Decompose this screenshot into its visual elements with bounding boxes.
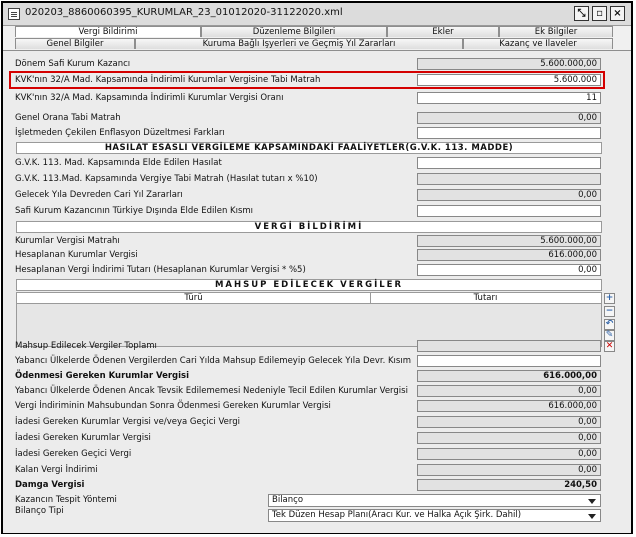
iade-kv-gecici-label: İadesi Gereken Kurumlar Vergisi ve/veya …: [15, 417, 240, 427]
safi-kurum-disi-label: Safi Kurum Kazancının Türkiye Dışında El…: [15, 206, 254, 216]
bilanco-tipi-select[interactable]: Tek Düzen Hesap Planı(Aracı Kur. ve Halk…: [268, 509, 601, 522]
donem-safi-label: Dönem Safi Kurum Kazancı: [15, 59, 131, 69]
kazanc-tespit-label: Kazancın Tespit Yöntemi: [15, 495, 117, 505]
kalan-indirim-label: Kalan Vergi İndirimi: [15, 465, 98, 475]
chevron-down-icon[interactable]: [588, 499, 596, 504]
iade-gecici-field[interactable]: 0,00: [417, 448, 601, 460]
remove-row-icon[interactable]: −: [604, 306, 615, 317]
mahsup-toplami-field[interactable]: [417, 340, 601, 352]
column-turu[interactable]: Türü: [17, 293, 371, 303]
kalan-indirim-field[interactable]: 0,00: [417, 464, 601, 476]
kvk-matrah-label: KVK'nın 32/A Mad. Kapsamında İndirimli K…: [15, 75, 321, 85]
window-title: 020203_8860060395_KURUMLAR_23_01012020-3…: [25, 7, 343, 18]
iade-kv-gecici-field[interactable]: 0,00: [417, 416, 601, 428]
vergi-bildirimi-header: VERGİ BİLDİRİMİ: [16, 221, 602, 233]
donem-safi-field[interactable]: 5.600.000,00: [417, 58, 601, 70]
gvk-hasilat-field[interactable]: [417, 157, 601, 169]
window-buttons: ⤡ ▫ ×: [574, 6, 625, 21]
kazanc-tespit-select[interactable]: Bilanço: [268, 494, 601, 507]
title-bar: 020203_8860060395_KURUMLAR_23_01012020-3…: [3, 3, 631, 26]
kv-matrahi-field[interactable]: 5.600.000,00: [417, 235, 601, 247]
tecil-field[interactable]: 0,00: [417, 385, 601, 397]
mahsup-toplami-label: Mahsup Edilecek Vergiler Toplamı: [15, 341, 157, 351]
tab-genel-bilgiler[interactable]: Genel Bilgiler: [15, 38, 135, 49]
hasilat-section-header: HASILAT ESASLI VERGİLEME KAPSAMINDAKİ FA…: [16, 142, 602, 154]
tab-duzenleme-bilgileri[interactable]: Düzenleme Bilgileri: [201, 26, 387, 37]
yabanci-mahsup-label: Yabancı Ülkelerde Ödenen Vergilerden Car…: [15, 356, 411, 366]
close-icon[interactable]: ×: [610, 6, 625, 21]
main-tab-strip: Vergi Bildirimi Düzenleme Bilgileri Ekle…: [3, 26, 631, 37]
document-icon: [8, 8, 20, 20]
tab-kazanc-ve-ilaveler[interactable]: Kazanç ve İlaveler: [463, 38, 613, 49]
gelecek-yil-field[interactable]: 0,00: [417, 189, 601, 201]
kvk-oran-label: KVK'nın 32/A Mad. Kapsamında İndirimli K…: [15, 93, 284, 103]
safi-kurum-disi-field[interactable]: [417, 205, 601, 217]
vergi-bildirimi-panel: Dönem Safi Kurum Kazancı 5.600.000,00 KV…: [3, 50, 631, 533]
iade-kv-label: İadesi Gereken Kurumlar Vergisi: [15, 433, 151, 443]
odenmesi-gereken-field[interactable]: 616.000,00: [417, 370, 601, 382]
tab-vergi-bildirimi[interactable]: Vergi Bildirimi: [15, 26, 201, 37]
kv-matrahi-label: Kurumlar Vergisi Matrahı: [15, 236, 120, 246]
bilanco-tipi-label: Bilanço Tipi: [15, 506, 64, 516]
gvk-matrah-label: G.V.K. 113.Mad. Kapsamında Vergiye Tabi …: [15, 174, 318, 184]
damga-label: Damga Vergisi: [15, 480, 85, 490]
enflasyon-field[interactable]: [417, 127, 601, 139]
chevron-down-icon[interactable]: [588, 514, 596, 519]
indirim-sonra-label: Vergi İndiriminin Mahsubundan Sonra Öden…: [15, 401, 331, 411]
gvk-matrah-field[interactable]: [417, 173, 601, 185]
kvk-matrah-field[interactable]: 5.600.000: [417, 74, 601, 86]
iade-kv-field[interactable]: 0,00: [417, 432, 601, 444]
indirim-tutari-field[interactable]: 0,00: [417, 264, 601, 276]
delete-icon[interactable]: ✕: [604, 341, 615, 352]
column-tutari[interactable]: Tutarı: [370, 293, 601, 303]
kazanc-tespit-value: Bilanço: [272, 495, 304, 505]
kvk-oran-field[interactable]: 11: [417, 92, 601, 104]
document-window: 020203_8860060395_KURUMLAR_23_01012020-3…: [1, 1, 633, 534]
indirim-sonra-field[interactable]: 616.000,00: [417, 400, 601, 412]
dock-icon[interactable]: ⤡: [574, 6, 589, 21]
edit-icon[interactable]: ✎: [604, 330, 615, 341]
genel-oran-label: Genel Orana Tabi Matrah: [15, 113, 121, 123]
odenmesi-gereken-label: Ödenmesi Gereken Kurumlar Vergisi: [15, 371, 190, 381]
sub-tab-strip: Genel Bilgiler Kuruma Bağlı İşyerleri ve…: [3, 38, 631, 49]
add-row-icon[interactable]: +: [604, 293, 615, 304]
mahsup-grid-header: Türü Tutarı: [16, 292, 602, 304]
hesaplanan-kv-field[interactable]: 616.000,00: [417, 249, 601, 261]
hesaplanan-kv-label: Hesaplanan Kurumlar Vergisi: [15, 250, 138, 260]
tab-ekler[interactable]: Ekler: [387, 26, 499, 37]
tab-kuruma-bagli-isyerleri[interactable]: Kuruma Bağlı İşyerleri ve Geçmiş Yıl Zar…: [135, 38, 463, 49]
genel-oran-field[interactable]: 0,00: [417, 112, 601, 124]
mahsup-section-header: MAHSUP EDİLECEK VERGİLER: [16, 279, 602, 291]
gelecek-yil-label: Gelecek Yıla Devreden Cari Yıl Zararları: [15, 190, 183, 200]
bilanco-tipi-value: Tek Düzen Hesap Planı(Aracı Kur. ve Halk…: [272, 510, 522, 520]
gvk-hasilat-label: G.V.K. 113. Mad. Kapsamında Elde Edilen …: [15, 158, 222, 168]
restore-icon[interactable]: ▫: [592, 6, 607, 21]
enflasyon-label: İşletmeden Çekilen Enflasyon Düzeltmesi …: [15, 128, 225, 138]
damga-field[interactable]: 240,50: [417, 479, 601, 491]
tecil-label: Yabancı Ülkelerde Ödenen Ancak Tevsik Ed…: [15, 386, 408, 396]
yabanci-mahsup-field[interactable]: [417, 355, 601, 367]
iade-gecici-label: İadesi Gereken Geçici Vergi: [15, 449, 132, 459]
undo-icon[interactable]: ↶: [604, 319, 615, 330]
tab-ek-bilgiler[interactable]: Ek Bilgiler: [499, 26, 613, 37]
indirim-tutari-label: Hesaplanan Vergi İndirimi Tutarı (Hesapl…: [15, 265, 306, 275]
